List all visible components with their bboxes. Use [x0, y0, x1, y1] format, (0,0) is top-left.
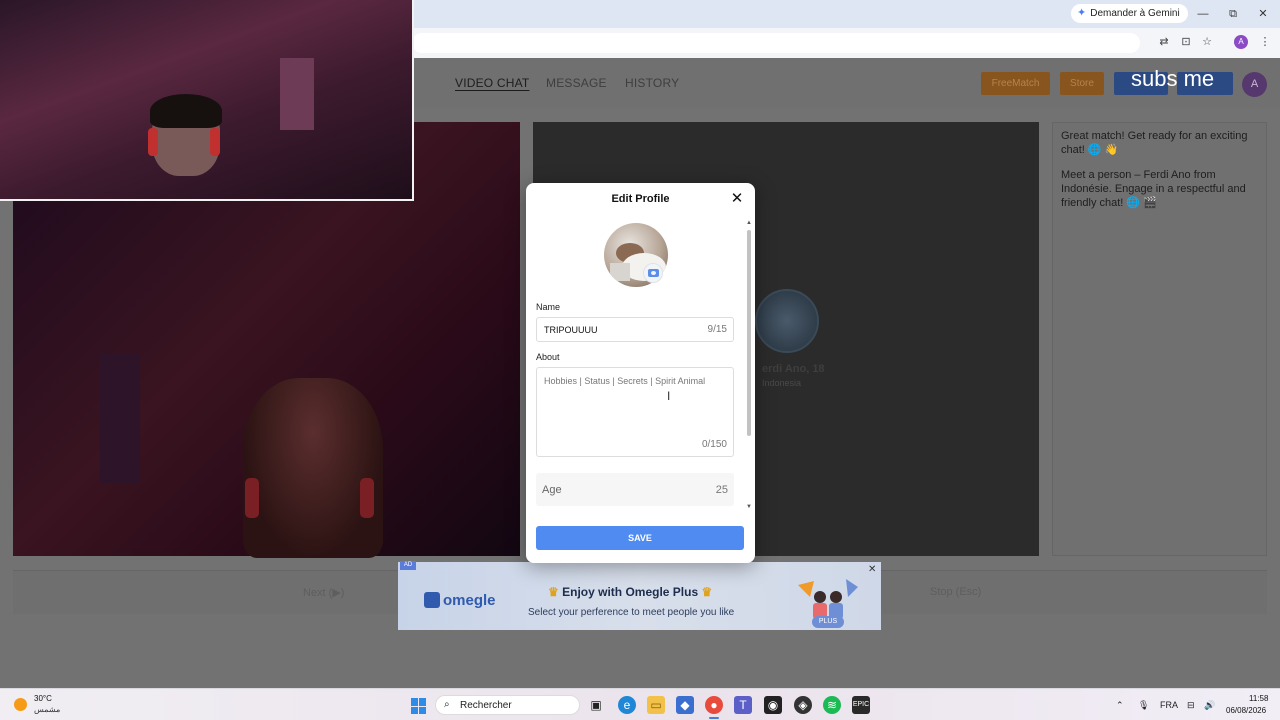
- name-value: TRIPOUUUU: [544, 325, 598, 335]
- next-button[interactable]: Next (▶): [303, 586, 344, 599]
- chrome-icon[interactable]: ●: [705, 696, 723, 714]
- ad-close-icon[interactable]: ✕: [868, 564, 876, 575]
- webcam-overlay: [0, 0, 414, 201]
- clock-date[interactable]: 06/08/2026: [1226, 706, 1266, 715]
- crown-icon: ♛: [701, 585, 713, 599]
- plus-badge: PLUS: [812, 616, 844, 628]
- age-label: Age: [542, 484, 562, 496]
- background-door: [100, 353, 140, 483]
- crown-icon: ♛: [548, 585, 559, 599]
- teams-icon[interactable]: T: [734, 696, 752, 714]
- taskbar-search[interactable]: ⌕ Rechercher: [435, 695, 580, 715]
- windows-logo-icon: [419, 698, 426, 706]
- gemini-label: Demander à Gemini: [1090, 8, 1180, 19]
- network-icon[interactable]: ⊟: [1187, 700, 1195, 711]
- about-label: About: [536, 352, 560, 362]
- weather-desc[interactable]: مشمس: [34, 705, 60, 714]
- about-textarea[interactable]: Hobbies | Status | Secrets | Spirit Anim…: [536, 367, 734, 457]
- scroll-down-icon[interactable]: ▼: [746, 504, 752, 510]
- stop-button[interactable]: Stop (Esc): [930, 586, 981, 598]
- app-icon[interactable]: ◈: [794, 696, 812, 714]
- active-app-indicator: [709, 717, 719, 719]
- obs-icon[interactable]: ◉: [764, 696, 782, 714]
- name-label: Name: [536, 302, 561, 312]
- ad-title-text: Enjoy with Omegle Plus: [562, 585, 699, 599]
- store-button[interactable]: Store: [1060, 72, 1104, 95]
- close-icon[interactable]: ✕: [730, 191, 744, 206]
- text-cursor-icon: I: [667, 389, 671, 403]
- background-door: [280, 58, 314, 130]
- sun-icon[interactable]: [14, 698, 27, 711]
- change-photo-button[interactable]: [643, 263, 663, 283]
- language-indicator[interactable]: FRA: [1160, 700, 1178, 710]
- weather-temp[interactable]: 30°C: [34, 694, 52, 703]
- omegle-logo-text: omegle: [443, 592, 496, 609]
- partner-name: erdi Ano, 18: [762, 363, 825, 375]
- save-button[interactable]: SAVE: [536, 526, 744, 550]
- scroll-thumb[interactable]: [747, 230, 751, 436]
- chat-message: Meet a person – Ferdi Ano from Indonésie…: [1061, 169, 1246, 209]
- spotify-icon[interactable]: ≋: [823, 696, 841, 714]
- microphone-icon[interactable]: 🎙: [1138, 700, 1149, 711]
- address-input[interactable]: [412, 33, 1140, 53]
- windows-taskbar: 30°C مشمس ⌕ Rechercher ▣ e ▭ ◆ ● T ◉ ◈ ≋…: [0, 688, 1280, 720]
- streamer-hair: [150, 94, 222, 128]
- volume-icon[interactable]: 🔊: [1204, 700, 1215, 711]
- chevron-up-icon[interactable]: ⌃: [1116, 700, 1124, 711]
- user-avatar[interactable]: A: [1242, 72, 1267, 97]
- freematch-button[interactable]: FreeMatch: [981, 72, 1050, 95]
- install-app-icon[interactable]: ⊡: [1179, 35, 1193, 49]
- browser-profile-avatar[interactable]: A: [1234, 35, 1248, 49]
- windows-logo-icon: [419, 706, 426, 714]
- camera-icon: [648, 269, 659, 277]
- edge-icon[interactable]: e: [618, 696, 636, 714]
- headphone-right: [360, 478, 374, 518]
- camera-person: [243, 378, 383, 558]
- start-button[interactable]: [411, 698, 427, 714]
- search-icon: ⌕: [444, 699, 450, 710]
- gemini-star-icon: ✦: [1077, 7, 1087, 19]
- omegle-logo-icon: [424, 592, 440, 608]
- headphone-left: [148, 128, 158, 156]
- name-char-count: 9/15: [707, 324, 727, 335]
- clock-time[interactable]: 11:58: [1249, 694, 1268, 703]
- modal-title: Edit Profile: [611, 193, 670, 205]
- tab-history[interactable]: HISTORY: [625, 76, 679, 90]
- file-explorer-icon[interactable]: ▭: [647, 696, 665, 714]
- about-char-count: 0/150: [701, 439, 727, 450]
- app-icon[interactable]: ◆: [676, 696, 694, 714]
- ad-tag: AD: [400, 561, 416, 570]
- name-field[interactable]: TRIPOUUUU 9/15: [536, 317, 734, 342]
- windows-logo-icon: [411, 698, 418, 706]
- epic-games-icon[interactable]: EPIC: [852, 696, 870, 714]
- about-placeholder: Hobbies | Status | Secrets | Spirit Anim…: [544, 376, 706, 386]
- close-window-button[interactable]: ✕: [1255, 6, 1271, 22]
- edit-profile-modal: Edit Profile ✕ Name TRIPOUUUU 9/15 About…: [526, 183, 755, 563]
- bookmark-star-icon[interactable]: ☆: [1200, 35, 1214, 49]
- gemini-button[interactable]: ✦ Demander à Gemini: [1071, 4, 1188, 23]
- age-field[interactable]: Age 25: [536, 473, 734, 506]
- headphone-right: [210, 128, 220, 156]
- omegle-logo: omegle: [424, 592, 496, 609]
- restore-button[interactable]: ⧉: [1225, 6, 1241, 22]
- ad-title: ♛ Enjoy with Omegle Plus ♛: [548, 585, 712, 599]
- ad-subtitle: Select your perference to meet people yo…: [528, 607, 735, 618]
- scroll-up-icon[interactable]: ▲: [746, 220, 752, 226]
- windows-logo-icon: [411, 706, 418, 714]
- partner-country: Indonesia: [762, 378, 802, 388]
- chat-log: Great match! Get ready for an exciting c…: [1052, 122, 1267, 556]
- headphone-left: [245, 478, 259, 518]
- stream-overlay-text: subs me: [1131, 66, 1215, 91]
- tab-message[interactable]: MESSAGE: [546, 76, 607, 90]
- browser-menu-icon[interactable]: ⋮: [1258, 35, 1272, 49]
- translate-icon[interactable]: ⇄: [1157, 35, 1171, 49]
- partner-avatar: [755, 289, 819, 353]
- tab-video-chat[interactable]: VIDEO CHAT: [455, 76, 529, 90]
- minimize-button[interactable]: —: [1195, 6, 1211, 22]
- chat-message: Great match! Get ready for an exciting c…: [1061, 130, 1248, 156]
- modal-scrollbar[interactable]: ▲ ▼: [746, 220, 752, 512]
- search-placeholder: Rechercher: [460, 700, 512, 711]
- age-value: 25: [715, 484, 728, 496]
- task-view-icon[interactable]: ▣: [587, 696, 605, 714]
